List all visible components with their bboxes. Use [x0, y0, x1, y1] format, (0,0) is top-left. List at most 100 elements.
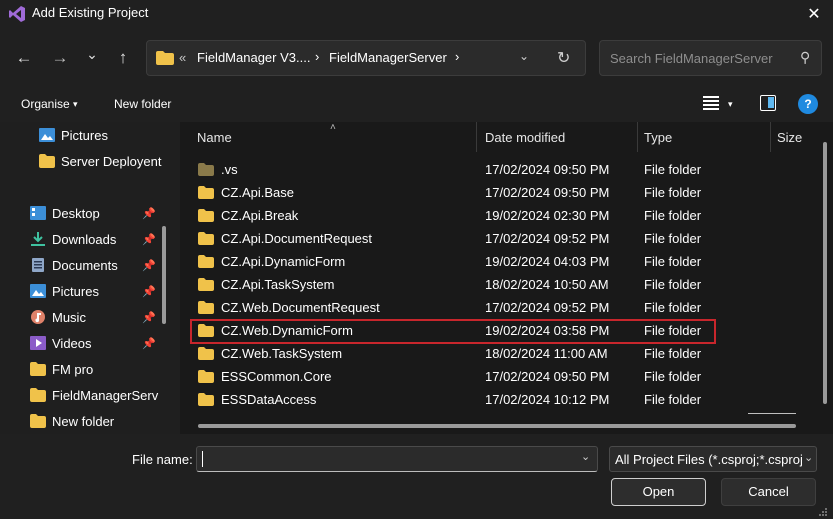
table-row[interactable]: CZ.Api.DocumentRequest 17/02/2024 09:52 …	[190, 228, 715, 250]
table-row[interactable]: CZ.Api.Break 19/02/2024 02:30 PM File fo…	[190, 205, 715, 227]
pin-icon[interactable]: 📌	[142, 337, 156, 350]
search-icon[interactable]: ⚲	[800, 49, 810, 66]
column-divider[interactable]	[770, 122, 771, 152]
chevron-down-icon[interactable]: ▾	[73, 99, 78, 110]
sidebar-item-server-deployent[interactable]: Server Deployent	[39, 150, 161, 172]
downloads-icon	[31, 232, 45, 246]
close-button[interactable]: ✕	[801, 2, 827, 26]
sidebar-item-pictures[interactable]: Pictures	[39, 124, 108, 146]
breadcrumb-fieldmanagerserver[interactable]: FieldManagerServer	[329, 50, 447, 65]
sidebar-item-downloads[interactable]: Downloads	[30, 228, 116, 250]
chevron-down-icon[interactable]: ⌄	[802, 451, 814, 464]
file-type: File folder	[644, 185, 702, 200]
back-button[interactable]: ←	[12, 46, 36, 70]
file-name: .vs	[221, 162, 238, 177]
table-row[interactable]: CZ.Api.TaskSystem 18/02/2024 10:50 AM Fi…	[190, 274, 715, 296]
new-folder-button[interactable]: New folder	[114, 97, 171, 111]
sidebar-item-label: New folder	[52, 413, 115, 429]
folder-icon	[198, 209, 214, 222]
pin-icon[interactable]: 📌	[142, 311, 156, 324]
file-type: File folder	[644, 277, 702, 292]
open-button[interactable]: Open	[611, 478, 706, 506]
folder-icon	[30, 414, 46, 428]
chevron-down-icon[interactable]: ⌄	[581, 450, 590, 463]
folder-icon	[198, 232, 214, 245]
sidebar-item-label: FM pro	[52, 361, 94, 377]
folder-icon	[198, 370, 214, 383]
sidebar-item-label: Desktop	[52, 205, 100, 221]
folder-icon	[198, 278, 214, 291]
folder-icon	[39, 154, 55, 168]
forward-button[interactable]: →	[48, 46, 72, 70]
file-name-input[interactable]: ⌄	[196, 446, 598, 472]
column-divider[interactable]	[637, 122, 638, 152]
resize-grip-icon[interactable]	[818, 507, 828, 517]
documents-icon	[32, 258, 44, 272]
sidebar-item-music[interactable]: Music	[30, 306, 86, 328]
table-row[interactable]: CZ.Web.DocumentRequest 17/02/2024 09:52 …	[190, 297, 715, 319]
file-type: File folder	[644, 392, 702, 407]
breadcrumb-separator[interactable]: ›	[315, 49, 319, 64]
pin-icon[interactable]: 📌	[142, 233, 156, 246]
sidebar-item-label: Pictures	[61, 127, 108, 143]
text-caret	[202, 451, 203, 467]
file-name: CZ.Api.DynamicForm	[221, 254, 346, 269]
file-name: CZ.Api.Base	[221, 185, 294, 200]
table-row[interactable]: CZ.Web.TaskSystem 18/02/2024 11:00 AM Fi…	[190, 343, 715, 365]
breadcrumb-separator[interactable]: ›	[455, 49, 459, 64]
table-row[interactable]: ESSCommon.Core 17/02/2024 09:50 PM File …	[190, 366, 715, 388]
sidebar-item-videos[interactable]: Videos	[30, 332, 92, 354]
divider	[748, 413, 796, 414]
sidebar-item-pictures-pinned[interactable]: Pictures	[30, 280, 99, 302]
column-header-name[interactable]: Name	[197, 130, 232, 145]
pin-icon[interactable]: 📌	[142, 259, 156, 272]
horizontal-scrollbar[interactable]	[198, 424, 796, 428]
preview-pane-icon[interactable]	[760, 95, 776, 111]
file-type: File folder	[644, 369, 702, 384]
breadcrumb-fieldmanager-v3[interactable]: FieldManager V3....	[197, 50, 310, 65]
sidebar-item-documents[interactable]: Documents	[30, 254, 118, 276]
file-date: 17/02/2024 09:50 PM	[485, 369, 610, 384]
sidebar-item-fieldmanagerserv[interactable]: FieldManagerServ	[30, 384, 158, 406]
file-type-filter-select[interactable]: All Project Files (*.csproj;*.csproj ⌄	[609, 446, 817, 472]
sort-ascending-icon: ˄	[330, 122, 336, 133]
column-divider[interactable]	[476, 122, 477, 152]
sidebar-item-desktop[interactable]: Desktop	[30, 202, 100, 224]
file-date: 19/02/2024 02:30 PM	[485, 208, 610, 223]
organise-button[interactable]: Organise	[21, 97, 70, 111]
up-button[interactable]: ↑	[111, 46, 135, 70]
sidebar-item-label: Documents	[52, 257, 118, 273]
help-icon[interactable]: ?	[798, 94, 818, 114]
column-header-size[interactable]: Size	[777, 130, 802, 145]
search-box[interactable]: Search FieldManagerServer ⚲	[599, 40, 822, 76]
column-header-date-modified[interactable]: Date modified	[485, 130, 565, 145]
sidebar-item-fm-pro[interactable]: FM pro	[30, 358, 93, 380]
search-input[interactable]: Search FieldManagerServer	[610, 51, 773, 66]
file-type: File folder	[644, 208, 702, 223]
file-name: CZ.Web.TaskSystem	[221, 346, 343, 361]
recent-locations-button[interactable]: ⌄	[80, 42, 104, 66]
table-row[interactable]: .vs 17/02/2024 09:50 PM File folder	[190, 159, 715, 181]
table-row[interactable]: CZ.Api.Base 17/02/2024 09:50 PM File fol…	[190, 182, 715, 204]
view-options-icon[interactable]	[703, 96, 719, 110]
folder-icon	[30, 388, 46, 402]
sidebar-item-new-folder[interactable]: New folder	[30, 410, 114, 432]
folder-icon	[198, 393, 214, 406]
chevron-down-icon[interactable]: ▾	[728, 99, 733, 110]
cancel-button[interactable]: Cancel	[721, 478, 816, 506]
table-row[interactable]: CZ.Api.DynamicForm 19/02/2024 04:03 PM F…	[190, 251, 715, 273]
vertical-scrollbar[interactable]	[823, 142, 827, 404]
pin-icon[interactable]: 📌	[142, 207, 156, 220]
refresh-icon[interactable]: ↻	[557, 48, 570, 68]
navigation-scrollbar[interactable]	[162, 226, 166, 324]
table-row[interactable]: ESSDataAccess 17/02/2024 10:12 PM File f…	[190, 389, 715, 411]
window-title: Add Existing Project	[32, 5, 149, 20]
column-header-type[interactable]: Type	[644, 130, 672, 145]
chevron-down-icon[interactable]: ⌄	[519, 49, 529, 63]
address-bar[interactable]: « FieldManager V3.... › FieldManagerServ…	[146, 40, 586, 76]
file-date: 18/02/2024 10:50 AM	[485, 277, 609, 292]
file-name: ESSDataAccess	[221, 392, 317, 407]
pin-icon[interactable]: 📌	[142, 285, 156, 298]
address-overflow[interactable]: «	[179, 50, 186, 65]
sidebar-item-label: Server Deployent	[61, 153, 162, 169]
